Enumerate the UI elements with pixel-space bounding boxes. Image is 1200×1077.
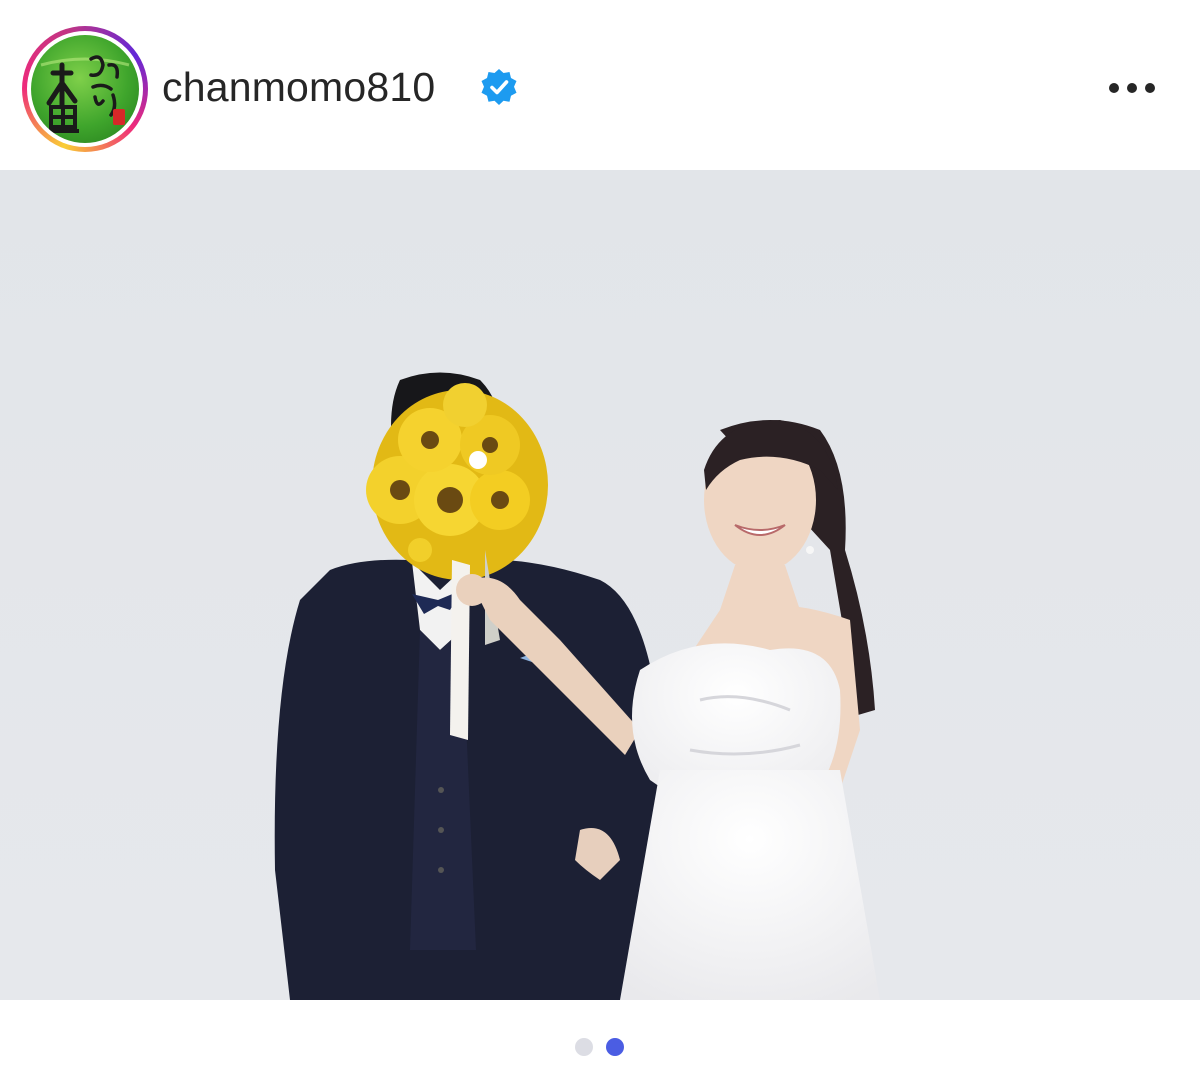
carousel-dot-1[interactable] — [575, 1038, 593, 1056]
more-options-icon[interactable] — [1100, 68, 1164, 108]
story-ring[interactable] — [22, 26, 148, 152]
post-photo[interactable] — [0, 170, 1200, 1000]
avatar[interactable] — [31, 35, 139, 143]
carousel-dot-2-active[interactable] — [606, 1038, 624, 1056]
username[interactable]: chanmomo810 — [162, 62, 435, 112]
wedding-photo — [0, 170, 1200, 1000]
post-header: chanmomo810 — [0, 0, 1200, 170]
green-tea-logo-icon — [40, 55, 130, 133]
carousel-indicator — [0, 1000, 1200, 1077]
verified-badge-icon — [481, 69, 517, 105]
